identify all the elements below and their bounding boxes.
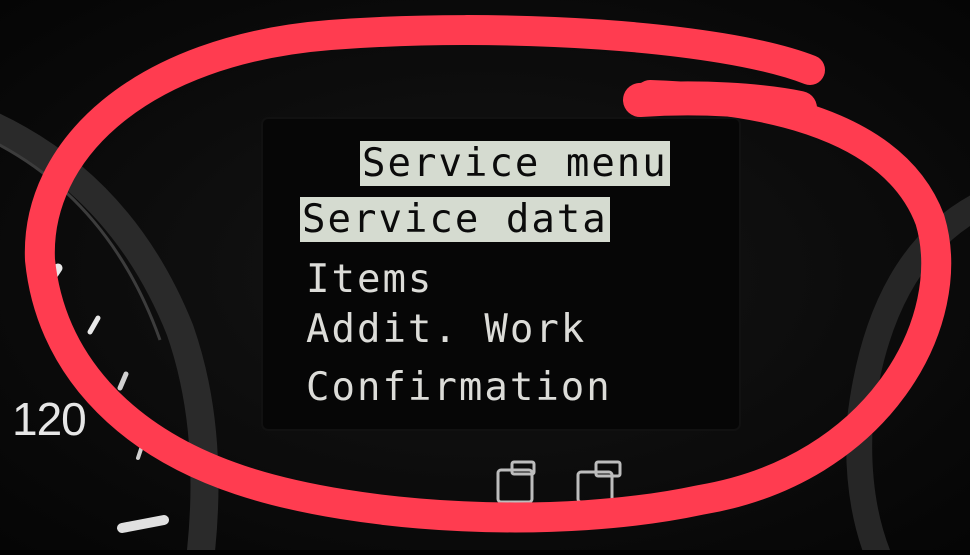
menu-item-label: Addit. Work	[306, 307, 587, 352]
menu-item-items[interactable]: Items	[306, 256, 433, 304]
speed-label: 120	[12, 393, 87, 445]
menu-item-service-data[interactable]: Service data	[300, 196, 610, 244]
service-menu-title: Service menu	[360, 140, 670, 188]
instrument-cluster-photo: 120 Service menu Service data Items Addi…	[0, 0, 970, 555]
menu-item-confirmation[interactable]: Confirmation	[306, 364, 612, 412]
service-menu-title-text: Service menu	[360, 141, 670, 186]
menu-item-label: Confirmation	[306, 365, 612, 410]
cluster-background	[0, 0, 970, 555]
menu-item-addit-work[interactable]: Addit. Work	[306, 306, 586, 354]
menu-item-label: Service data	[300, 197, 610, 242]
menu-item-label: Items	[306, 257, 434, 302]
red-annotation-stroke	[623, 81, 817, 125]
